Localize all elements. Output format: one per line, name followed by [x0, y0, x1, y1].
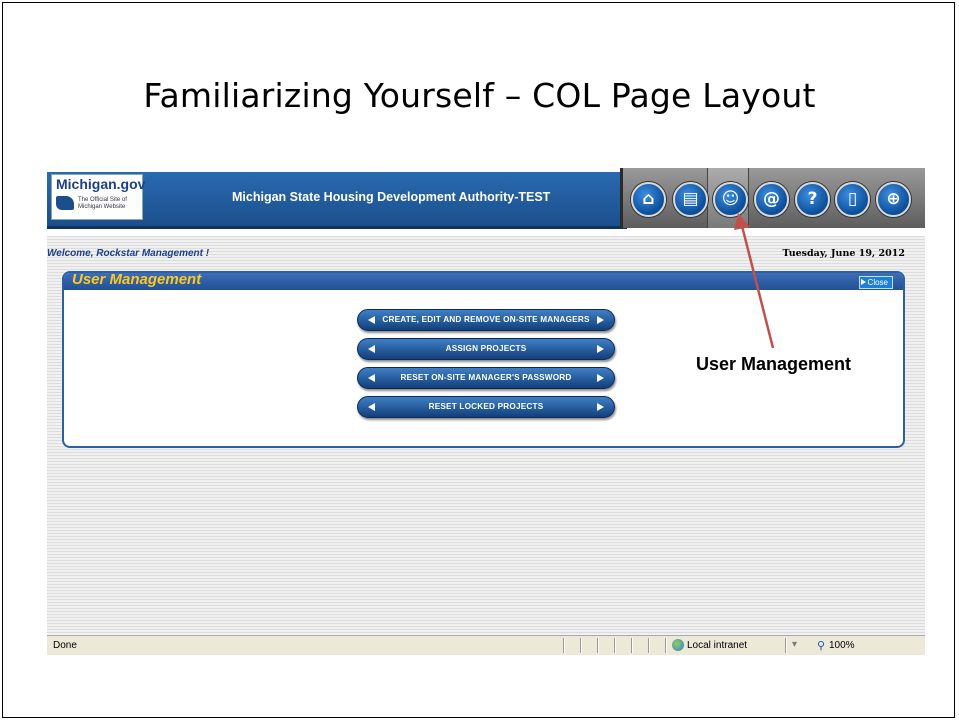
callout-arrow-line [740, 225, 775, 349]
user-management-callout: User Management [696, 354, 852, 374]
callout-arrow-head [734, 213, 750, 230]
